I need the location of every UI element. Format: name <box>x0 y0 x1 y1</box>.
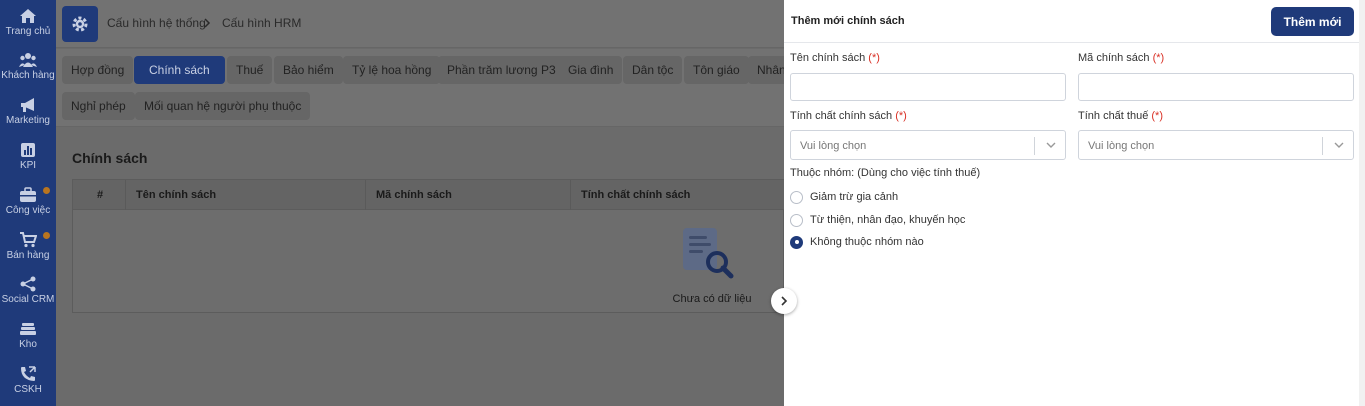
sidebar-item-label: Trang chủ <box>5 26 51 37</box>
tab-moi-quan-he-nguoi-phu-thuoc[interactable]: Mối quan hệ người phụ thuộc <box>135 92 311 120</box>
tax-type-select[interactable]: Vui lòng chọn <box>1078 130 1354 160</box>
sidebar-item-label: Marketing <box>6 115 50 126</box>
sidebar-item-tasks[interactable]: Công việc <box>0 187 56 216</box>
share-icon <box>20 276 36 292</box>
table-header: # Tên chính sách Mã chính sách Tính chất… <box>73 180 785 210</box>
sidebar-item-label: KPI <box>19 160 37 171</box>
tab-hop-dong[interactable]: Hợp đồng <box>62 56 134 84</box>
radio-label: Từ thiện, nhân đạo, khuyến học <box>810 214 966 226</box>
policy-name-label: Tên chính sách (*) <box>790 52 880 64</box>
add-new-button[interactable]: Thêm mới <box>1271 7 1354 36</box>
radio-button[interactable] <box>790 213 803 227</box>
column-header-index: # <box>97 189 104 201</box>
sidebar-item-label: Khách hàng <box>1 70 55 81</box>
collapse-panel-button[interactable] <box>771 288 797 314</box>
tab-gia-dinh[interactable]: Gia đình <box>559 56 623 84</box>
sidebar-item-marketing[interactable]: Marketing <box>0 97 56 126</box>
sidebar: Trang chủ Khách hàng Marketing KPI Công … <box>0 0 56 406</box>
column-header-name: Tên chính sách <box>136 189 217 201</box>
policy-code-input[interactable] <box>1078 73 1354 101</box>
radio-button-selected[interactable] <box>790 235 803 249</box>
panel-title: Thêm mới chính sách <box>791 15 905 27</box>
radio-label: Không thuộc nhóm nào <box>810 236 924 248</box>
sidebar-item-label: CSKH <box>14 384 42 395</box>
policy-table: # Tên chính sách Mã chính sách Tính chất… <box>72 179 785 313</box>
sidebar-item-sales[interactable]: Bán hàng <box>0 232 56 261</box>
briefcase-icon <box>20 187 36 202</box>
home-icon <box>20 9 36 23</box>
cart-icon <box>20 232 37 248</box>
section-title: Chính sách <box>72 150 148 166</box>
sidebar-item-label: Social CRM <box>1 294 55 305</box>
tab-nhan[interactable]: Nhân <box>748 56 786 84</box>
gear-icon <box>72 16 88 32</box>
scrollbar[interactable] <box>1359 0 1365 406</box>
tab-dan-toc[interactable]: Dân tộc <box>623 56 683 84</box>
select-placeholder: Vui lòng chọn <box>1088 140 1155 152</box>
sidebar-item-warehouse[interactable]: Kho <box>0 321 56 350</box>
sidebar-item-cskh[interactable]: CSKH <box>0 366 56 395</box>
chevron-right-icon <box>781 296 788 306</box>
radio-option-giam-tru-gia-canh[interactable]: Giảm trừ gia cảnh <box>790 190 898 204</box>
policy-type-label: Tính chất chính sách (*) <box>790 110 907 122</box>
policy-type-select[interactable]: Vui lòng chọn <box>790 130 1066 160</box>
warehouse-icon <box>20 323 36 335</box>
tax-type-label: Tính chất thuế (*) <box>1078 110 1163 122</box>
select-placeholder: Vui lòng chọn <box>800 140 867 152</box>
sidebar-item-label: Công việc <box>5 205 51 216</box>
column-header-policy-type: Tính chất chính sách <box>581 189 691 201</box>
required-mark: (*) <box>868 52 880 64</box>
notification-dot <box>43 187 50 194</box>
settings-button[interactable] <box>62 6 98 42</box>
radio-label: Giảm trừ gia cảnh <box>810 191 899 203</box>
phone-icon <box>21 366 36 381</box>
group-label: Thuộc nhóm: (Dùng cho việc tính thuế) <box>790 167 981 179</box>
add-policy-panel: Thêm mới chính sách Thêm mới Tên chính s… <box>784 0 1359 406</box>
required-mark: (*) <box>1151 110 1163 122</box>
radio-option-tu-thien[interactable]: Từ thiện, nhân đạo, khuyến học <box>790 213 965 227</box>
required-mark: (*) <box>1152 52 1165 64</box>
empty-state-text: Chưa có dữ liệu <box>672 293 752 305</box>
sidebar-item-kpi[interactable]: KPI <box>0 142 56 171</box>
tab-thue[interactable]: Thuế <box>227 56 273 84</box>
chevron-down-icon <box>1334 142 1344 148</box>
panel-header: Thêm mới chính sách Thêm mới <box>784 0 1359 43</box>
sidebar-item-home[interactable]: Trang chủ <box>0 8 56 37</box>
users-icon <box>19 53 37 67</box>
tab-bar: Hợp đồng Chính sách Thuế Bảo hiểm Tỷ lệ … <box>56 49 786 127</box>
notification-dot <box>43 232 50 239</box>
breadcrumb-parent[interactable]: Cấu hình hệ thống <box>107 16 206 30</box>
tab-nghi-phep[interactable]: Nghỉ phép <box>62 92 135 120</box>
chart-icon <box>21 143 35 157</box>
required-mark: (*) <box>895 110 907 122</box>
tab-bao-hiem[interactable]: Bảo hiểm <box>274 56 343 84</box>
sidebar-item-label: Bán hàng <box>6 250 50 261</box>
main-content: Cấu hình hệ thống Cấu hình HRM Hợp đồng … <box>56 0 786 406</box>
column-header-code: Mã chính sách <box>376 189 452 201</box>
radio-option-khong-thuoc-nhom[interactable]: Không thuộc nhóm nào <box>790 235 924 249</box>
tab-ton-giao[interactable]: Tôn giáo <box>684 56 749 84</box>
chevron-right-icon <box>204 18 211 28</box>
megaphone-icon <box>21 98 34 112</box>
sidebar-item-social-crm[interactable]: Social CRM <box>0 276 56 305</box>
tab-phan-tram-luong-p3[interactable]: Phần trăm lương P3 <box>438 56 565 84</box>
sidebar-item-label: Kho <box>19 339 37 350</box>
tab-ty-le-hoa-hong[interactable]: Tỷ lệ hoa hồng <box>343 56 441 84</box>
policy-code-label: Mã chính sách (*) <box>1078 52 1165 64</box>
tab-chinh-sach[interactable]: Chính sách <box>134 56 225 84</box>
chevron-down-icon <box>1046 142 1056 148</box>
top-bar: Cấu hình hệ thống Cấu hình HRM <box>56 0 784 48</box>
breadcrumb-current: Cấu hình HRM <box>222 16 302 30</box>
radio-button[interactable] <box>790 190 803 204</box>
empty-data-icon <box>683 228 734 279</box>
policy-name-input[interactable] <box>790 73 1066 101</box>
sidebar-item-customers[interactable]: Khách hàng <box>0 52 56 81</box>
